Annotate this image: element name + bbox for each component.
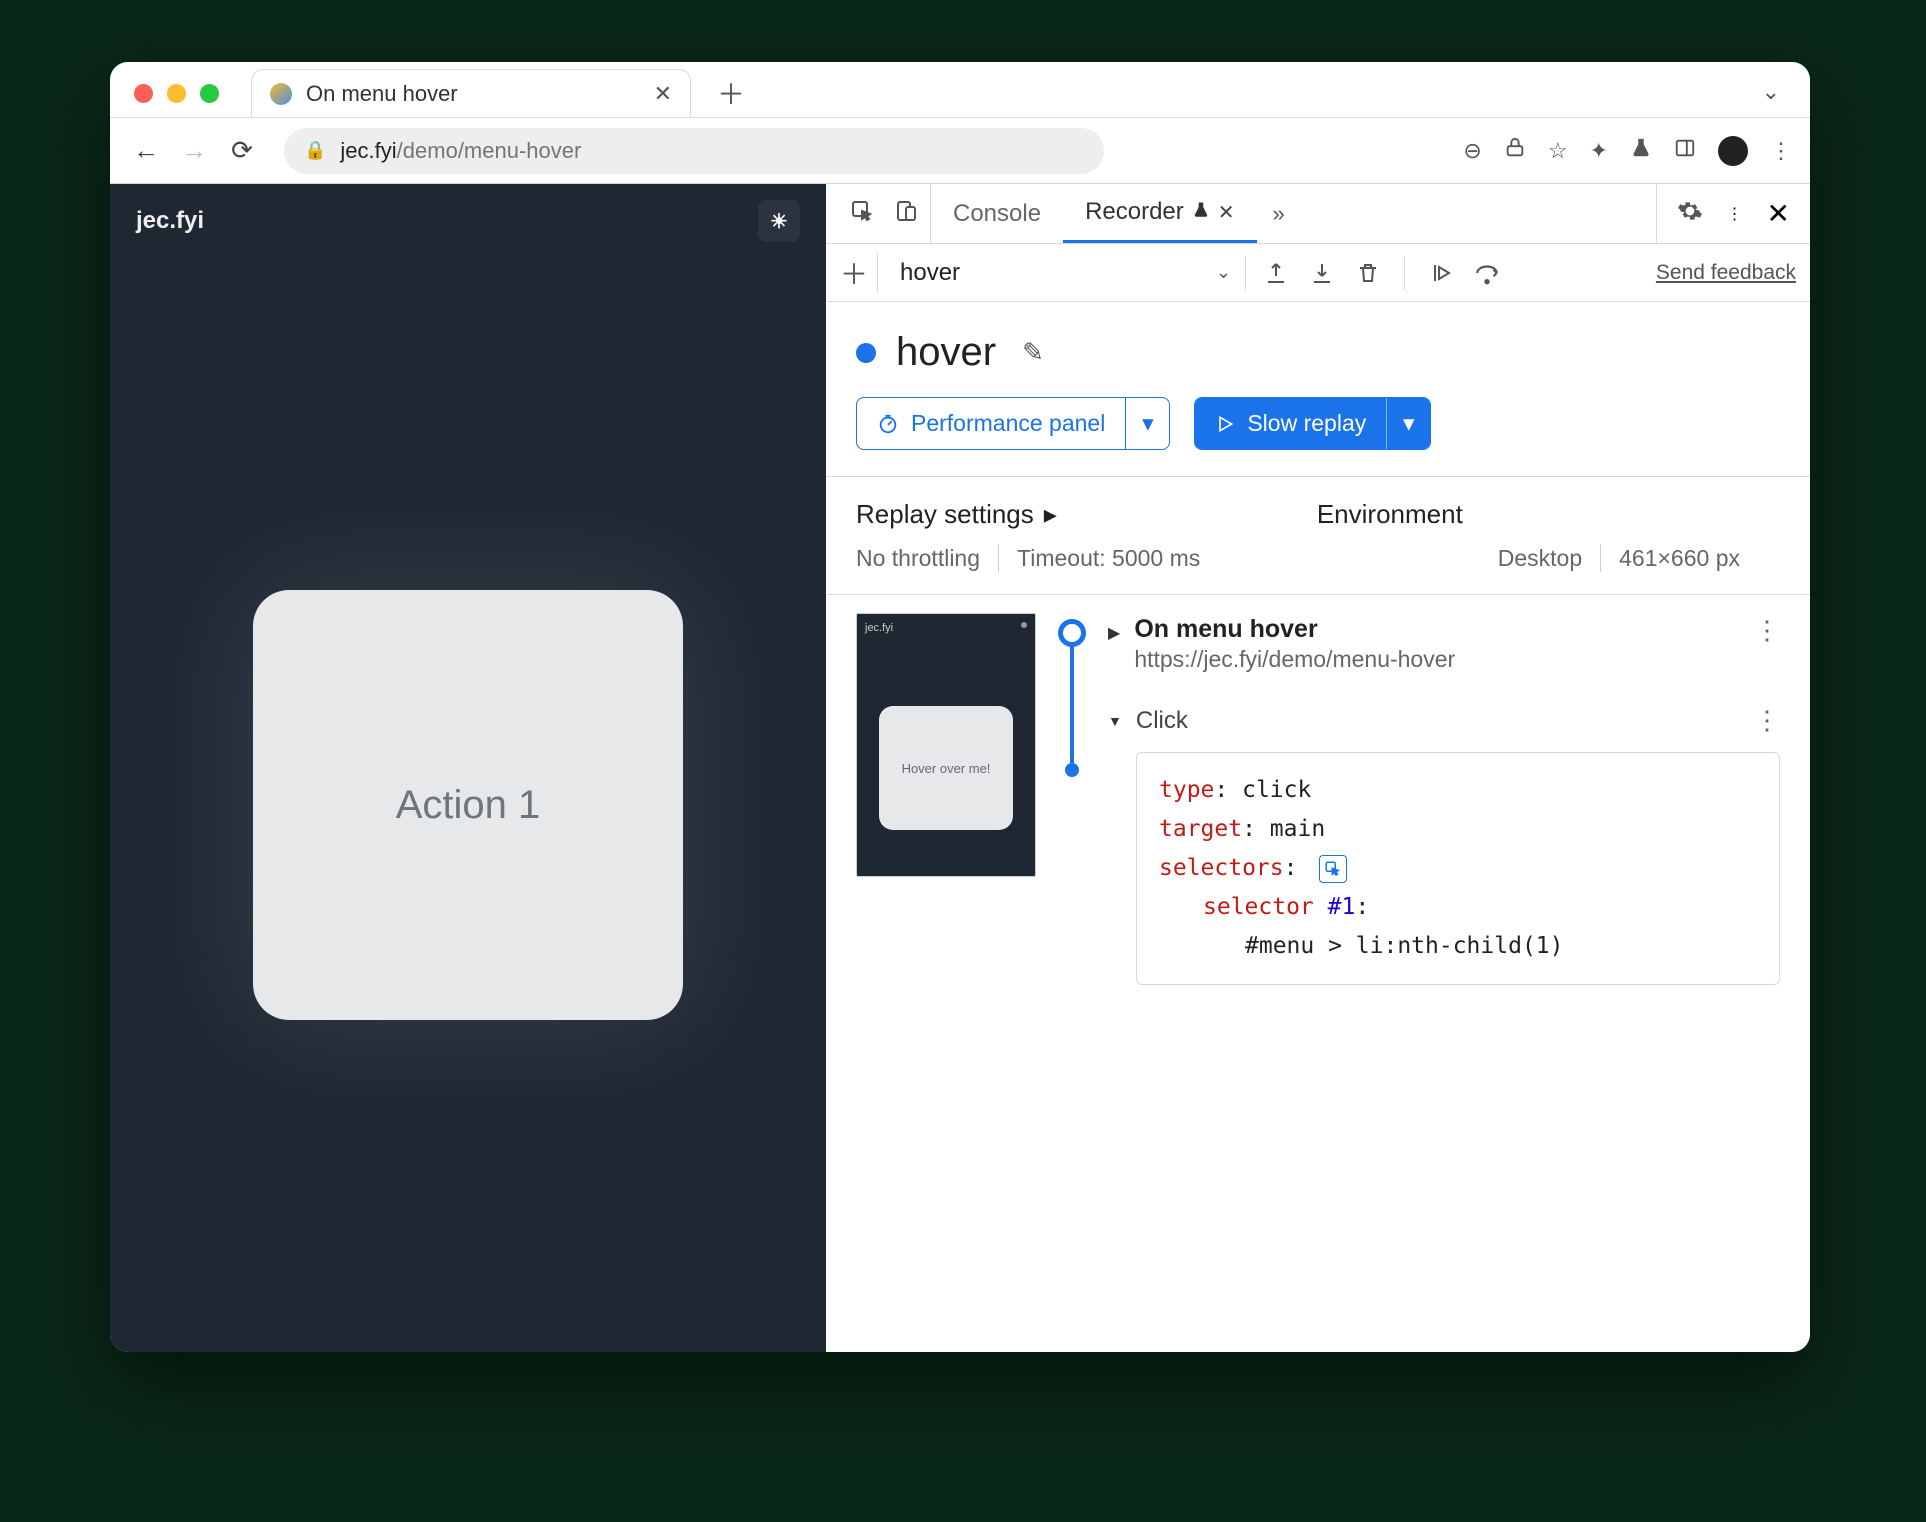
page-header: jec.fyi ☀	[110, 184, 826, 258]
timeline	[1052, 613, 1092, 985]
selector-picker-icon[interactable]	[1319, 855, 1347, 883]
devtools-menu-icon[interactable]: ⋮	[1727, 204, 1743, 224]
browser-tab[interactable]: On menu hover ✕	[251, 69, 691, 117]
selector-value: #menu > li:nth-child(1)	[1159, 927, 1757, 966]
import-icon[interactable]	[1306, 257, 1338, 289]
chevron-down-icon: ▼	[1108, 713, 1122, 729]
chevron-right-icon: ▸	[1044, 499, 1057, 530]
devtools-close-icon[interactable]: ✕	[1767, 197, 1790, 230]
thumb-card: Hover over me!	[879, 706, 1013, 830]
content-split: jec.fyi ☀ Action 1	[110, 184, 1810, 1352]
step-over-icon[interactable]	[1471, 257, 1503, 289]
recording-dot-icon	[856, 343, 876, 363]
theme-toggle-button[interactable]: ☀	[758, 200, 800, 242]
replay-settings-toggle[interactable]: Replay settings ▸	[856, 499, 1057, 530]
settings-icon[interactable]	[1677, 198, 1703, 229]
timeline-step-icon	[1065, 763, 1079, 777]
step-menu-icon[interactable]: ⋮	[1754, 615, 1780, 646]
reload-button[interactable]: ⟳	[224, 133, 260, 169]
profile-avatar[interactable]	[1718, 136, 1748, 166]
delete-icon[interactable]	[1352, 257, 1384, 289]
url-host: jec.fyi	[340, 138, 396, 163]
action-card[interactable]: Action 1	[253, 590, 683, 1020]
recording-select-chevron-icon[interactable]: ⌄	[1216, 256, 1246, 290]
throttling-value: No throttling	[856, 545, 980, 572]
env-device: Desktop	[1498, 545, 1582, 572]
browser-menu-icon[interactable]: ⋮	[1770, 138, 1792, 164]
forward-button[interactable]: →	[176, 133, 212, 169]
replay-settings-section: Replay settings ▸ Environment No throttl…	[826, 476, 1810, 594]
inspect-icon[interactable]	[850, 199, 874, 228]
address-bar[interactable]: 🔒 jec.fyi/demo/menu-hover	[284, 128, 1104, 174]
close-tab-icon[interactable]: ✕	[654, 81, 672, 107]
recording-select[interactable]: hover	[892, 259, 1202, 287]
tab-title: On menu hover	[306, 81, 458, 107]
step-play-icon[interactable]	[1425, 257, 1457, 289]
step-url: https://jec.fyi/demo/menu-hover	[1134, 646, 1455, 673]
slow-replay-button[interactable]: Slow replay ▾	[1194, 397, 1431, 450]
devtools-tab-bar: Console Recorder ✕ » ⋮ ✕	[826, 184, 1810, 244]
url-path: /demo/menu-hover	[397, 138, 582, 163]
page-viewport: jec.fyi ☀ Action 1	[110, 184, 826, 1352]
recording-header: hover ✎	[826, 302, 1810, 385]
zoom-icon[interactable]: ⊖	[1463, 138, 1481, 164]
titlebar: On menu hover ✕ ＋ ⌄	[110, 62, 1810, 118]
timeline-start-icon	[1058, 619, 1086, 647]
back-button[interactable]: ←	[128, 133, 164, 169]
card-area: Action 1	[110, 258, 826, 1352]
maximize-window-icon[interactable]	[200, 84, 219, 103]
labs-icon[interactable]	[1630, 137, 1652, 165]
lock-icon: 🔒	[304, 140, 326, 161]
devtools-panel: Console Recorder ✕ » ⋮ ✕	[826, 184, 1810, 1352]
send-feedback-link[interactable]: Send feedback	[1656, 261, 1796, 285]
tab-recorder[interactable]: Recorder ✕	[1063, 184, 1256, 243]
recorder-toolbar: ＋ hover ⌄ Send feedbac	[826, 244, 1810, 302]
new-tab-button[interactable]: ＋	[711, 73, 751, 113]
bookmark-icon[interactable]: ☆	[1548, 138, 1568, 164]
env-size: 461×660 px	[1619, 545, 1740, 572]
replay-dropdown-icon[interactable]: ▾	[1386, 398, 1430, 449]
browser-toolbar: ← → ⟳ 🔒 jec.fyi/demo/menu-hover ⊖ ☆ ✦ ⋮	[110, 118, 1810, 184]
step-menu-icon[interactable]: ⋮	[1754, 705, 1780, 736]
new-recording-button[interactable]: ＋	[840, 253, 878, 293]
step-click[interactable]: ▼ Click ⋮	[1108, 705, 1780, 736]
perf-dropdown-icon[interactable]: ▾	[1125, 398, 1169, 449]
device-toggle-icon[interactable]	[894, 199, 918, 228]
step-thumbnail: jec.fyi Hover over me!	[856, 613, 1036, 877]
tabs-overflow-icon[interactable]: »	[1257, 184, 1301, 243]
export-icon[interactable]	[1260, 257, 1292, 289]
chevron-right-icon: ▶	[1108, 623, 1120, 643]
step-title: On menu hover	[1134, 615, 1455, 644]
browser-window: On menu hover ✕ ＋ ⌄ ← → ⟳ 🔒 jec.fyi/demo…	[110, 62, 1810, 1352]
panel-icon[interactable]	[1674, 137, 1696, 165]
close-window-icon[interactable]	[134, 84, 153, 103]
favicon-icon	[270, 83, 292, 105]
step-navigate[interactable]: ▶ On menu hover https://jec.fyi/demo/men…	[1108, 613, 1780, 703]
extensions-icon[interactable]: ✦	[1590, 138, 1608, 164]
timeout-value: Timeout: 5000 ms	[1017, 545, 1200, 572]
tab-console[interactable]: Console	[931, 184, 1063, 243]
tabs-overflow-icon[interactable]: ⌄	[1762, 79, 1780, 105]
minimize-window-icon[interactable]	[167, 84, 186, 103]
edit-name-icon[interactable]: ✎	[1022, 337, 1044, 368]
step-details-code: type: click target: main selectors: sele…	[1136, 752, 1780, 985]
performance-panel-button[interactable]: Performance panel ▾	[856, 397, 1170, 450]
environment-heading: Environment	[1317, 499, 1463, 530]
pin-icon	[1192, 198, 1210, 226]
card-label: Action 1	[396, 783, 541, 828]
site-brand: jec.fyi	[136, 207, 204, 235]
share-icon[interactable]	[1504, 137, 1526, 165]
recording-name: hover	[896, 330, 996, 375]
window-controls	[122, 84, 231, 117]
close-panel-icon[interactable]: ✕	[1218, 200, 1235, 225]
